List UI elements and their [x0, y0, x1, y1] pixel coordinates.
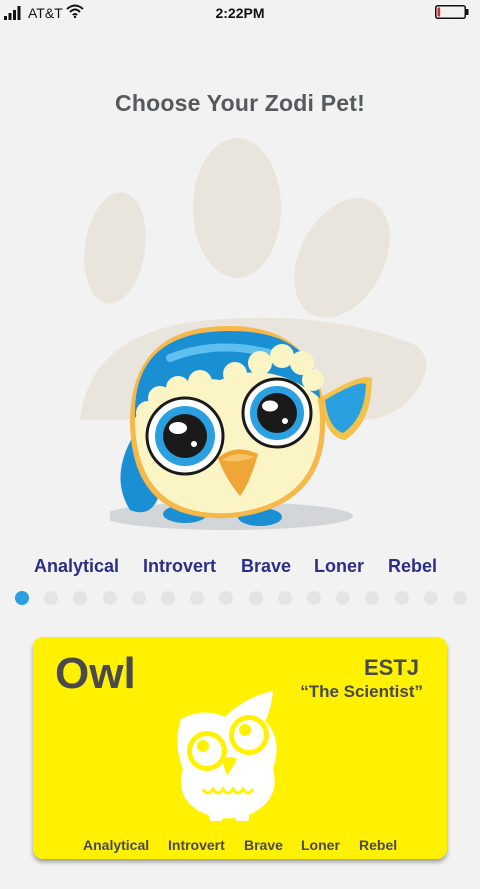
page-title: Choose Your Zodi Pet!	[115, 90, 365, 116]
card-trait-label: Analytical	[83, 837, 150, 853]
pet-card[interactable]: Owl ESTJ “The Scientist” Analytical Intr…	[33, 637, 447, 859]
card-trait-label: Brave	[244, 837, 283, 853]
page-dot[interactable]	[73, 591, 87, 605]
card-trait-label: Introvert	[168, 837, 225, 853]
trait-label: Brave	[241, 556, 292, 576]
owl-pet-icon[interactable]	[110, 318, 380, 540]
owl-silhouette-icon	[177, 691, 277, 821]
page-dot[interactable]	[132, 591, 146, 605]
trait-label: Analytical	[34, 556, 120, 576]
page-dot[interactable]	[365, 591, 379, 605]
clock: 2:22PM	[215, 5, 265, 21]
card-trait-list: Analytical Introvert Brave Loner Rebel	[33, 837, 447, 855]
status-bar: AT&T 2:22PM	[0, 0, 480, 28]
page-dot[interactable]	[103, 591, 117, 605]
page-dot[interactable]	[15, 591, 29, 605]
page-dot[interactable]	[453, 591, 467, 605]
trait-list: Analytical Introvert Brave Loner Rebel	[0, 556, 480, 580]
personality-type: ESTJ	[363, 655, 419, 680]
page-dot[interactable]	[307, 591, 321, 605]
pet-name: Owl	[55, 649, 136, 698]
trait-label: Rebel	[388, 556, 438, 576]
personality-nickname: “The Scientist”	[300, 682, 423, 701]
battery-icon	[435, 5, 469, 19]
page-dot[interactable]	[249, 591, 263, 605]
page-dot[interactable]	[44, 591, 58, 605]
trait-label: Loner	[314, 556, 365, 576]
card-trait-label: Rebel	[359, 837, 398, 853]
page-dot[interactable]	[424, 591, 438, 605]
page-dot[interactable]	[219, 591, 233, 605]
page-dot[interactable]	[395, 591, 409, 605]
page-dot[interactable]	[161, 591, 175, 605]
trait-label: Introvert	[143, 556, 217, 576]
card-trait-label: Loner	[301, 837, 340, 853]
page-dot[interactable]	[336, 591, 350, 605]
page-dot[interactable]	[190, 591, 204, 605]
page-dot[interactable]	[278, 591, 292, 605]
page-indicator[interactable]	[15, 591, 467, 607]
